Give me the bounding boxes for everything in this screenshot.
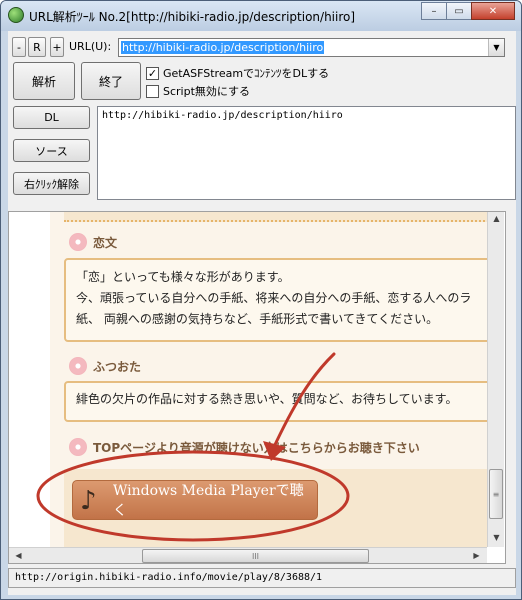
card-line: 緋色の欠片の作品に対する熱き思いや、質問など、お待ちしています。 (76, 392, 458, 406)
horizontal-scrollbar[interactable]: ◀ III ▶ (9, 547, 487, 563)
app-window: URL解析ﾂｰﾙ No.2[http://hibiki-radio.jp/des… (0, 0, 522, 600)
browser-view[interactable]: 恋文 「恋」といっても様々な形があります。 今、頑張っている自分への手紙、将来へ… (8, 211, 506, 564)
scroll-left-icon[interactable]: ◀ (11, 551, 26, 560)
card-line: 今、頑張っている自分への手紙、将来への自分への手紙、恋する人へのラ (76, 291, 472, 305)
rightclick-unlock-button[interactable]: 右ｸﾘｯｸ解除 (13, 172, 90, 195)
card-line: 紙、 両親への感謝の気持ちなど、手紙形式で書いてきてください。 (76, 312, 439, 326)
url-input-value[interactable]: http://hibiki-radio.jp/description/hiiro (121, 41, 325, 54)
section-title-text: TOPページより音源が聴けない方はこちらからお聴き下さい (93, 440, 420, 455)
vertical-scroll-thumb[interactable]: ≡ (489, 469, 503, 519)
music-note-icon: ♪ (80, 486, 97, 516)
asf-checkbox-label: GetASFStreamでｺﾝﾃﾝﾂをDLする (163, 67, 330, 80)
horizontal-scroll-thumb[interactable]: III (142, 549, 369, 563)
output-textarea[interactable]: http://hibiki-radio.jp/description/hiiro (97, 106, 516, 200)
window-controls: – ▭ ✕ (421, 2, 515, 20)
parse-button[interactable]: 解析 (13, 62, 75, 100)
koibumi-card: 「恋」といっても様々な形があります。 今、頑張っている自分への手紙、将来への自分… (64, 258, 487, 342)
windows-media-player-button[interactable]: ♪ Windows Media Playerで聴く (72, 480, 318, 520)
flower-icon (69, 438, 87, 456)
page-content: 恋文 「恋」といっても様々な形があります。 今、頑張っている自分への手紙、将来へ… (12, 212, 487, 562)
scroll-right-icon[interactable]: ▶ (469, 551, 484, 560)
vertical-scrollbar[interactable]: ▲ ≡ ▼ (487, 212, 504, 547)
title-bar: URL解析ﾂｰﾙ No.2[http://hibiki-radio.jp/des… (1, 1, 521, 31)
plus-button[interactable]: + (50, 37, 64, 57)
checkbox-checked-icon[interactable]: ✓ (146, 66, 159, 80)
r-button[interactable]: R (28, 37, 46, 57)
section-title-text: ふつおた (93, 359, 142, 374)
card-line: 「恋」といっても様々な形があります。 (76, 270, 290, 284)
section-title-koibumi: 恋文 (69, 233, 117, 251)
futsuota-card: 緋色の欠片の作品に対する熱き思いや、質問など、お待ちしています。 (64, 381, 487, 422)
window-title: URL解析ﾂｰﾙ No.2[http://hibiki-radio.jp/des… (29, 10, 356, 24)
asf-checkbox[interactable]: ✓ GetASFStreamでｺﾝﾃﾝﾂをDLする (146, 65, 329, 81)
url-label: URL(U): (69, 40, 112, 53)
script-checkbox-label: Script無効にする (163, 85, 251, 98)
url-combobox[interactable]: http://hibiki-radio.jp/description/hiiro… (118, 38, 505, 57)
client-area: - R + URL(U): http://hibiki-radio.jp/des… (8, 31, 516, 595)
chevron-down-icon[interactable]: ▼ (488, 39, 504, 56)
minus-button[interactable]: - (12, 37, 26, 57)
script-checkbox[interactable]: Script無効にする (146, 83, 250, 99)
exit-button[interactable]: 終了 (81, 62, 141, 100)
checkbox-empty-icon[interactable] (146, 84, 159, 98)
source-button[interactable]: ソース (13, 139, 90, 162)
flower-icon (69, 357, 87, 375)
scroll-up-icon[interactable]: ▲ (489, 214, 504, 223)
status-bar: http://origin.hibiki-radio.info/movie/pl… (8, 568, 516, 588)
section-title-listen: TOPページより音源が聴けない方はこちらからお聴き下さい (69, 438, 420, 456)
player-button-label: Windows Media Playerで聴く (113, 483, 304, 519)
scroll-down-icon[interactable]: ▼ (489, 533, 504, 542)
globe-icon (8, 7, 24, 23)
close-button[interactable]: ✕ (471, 2, 515, 20)
previous-card-edge (64, 212, 487, 222)
flower-icon (69, 233, 87, 251)
dl-button[interactable]: DL (13, 106, 90, 129)
maximize-button[interactable]: ▭ (446, 2, 472, 20)
section-title-futsuota: ふつおた (69, 357, 141, 375)
minimize-button[interactable]: – (421, 2, 447, 20)
section-title-text: 恋文 (93, 235, 118, 250)
page-margin (12, 212, 50, 562)
